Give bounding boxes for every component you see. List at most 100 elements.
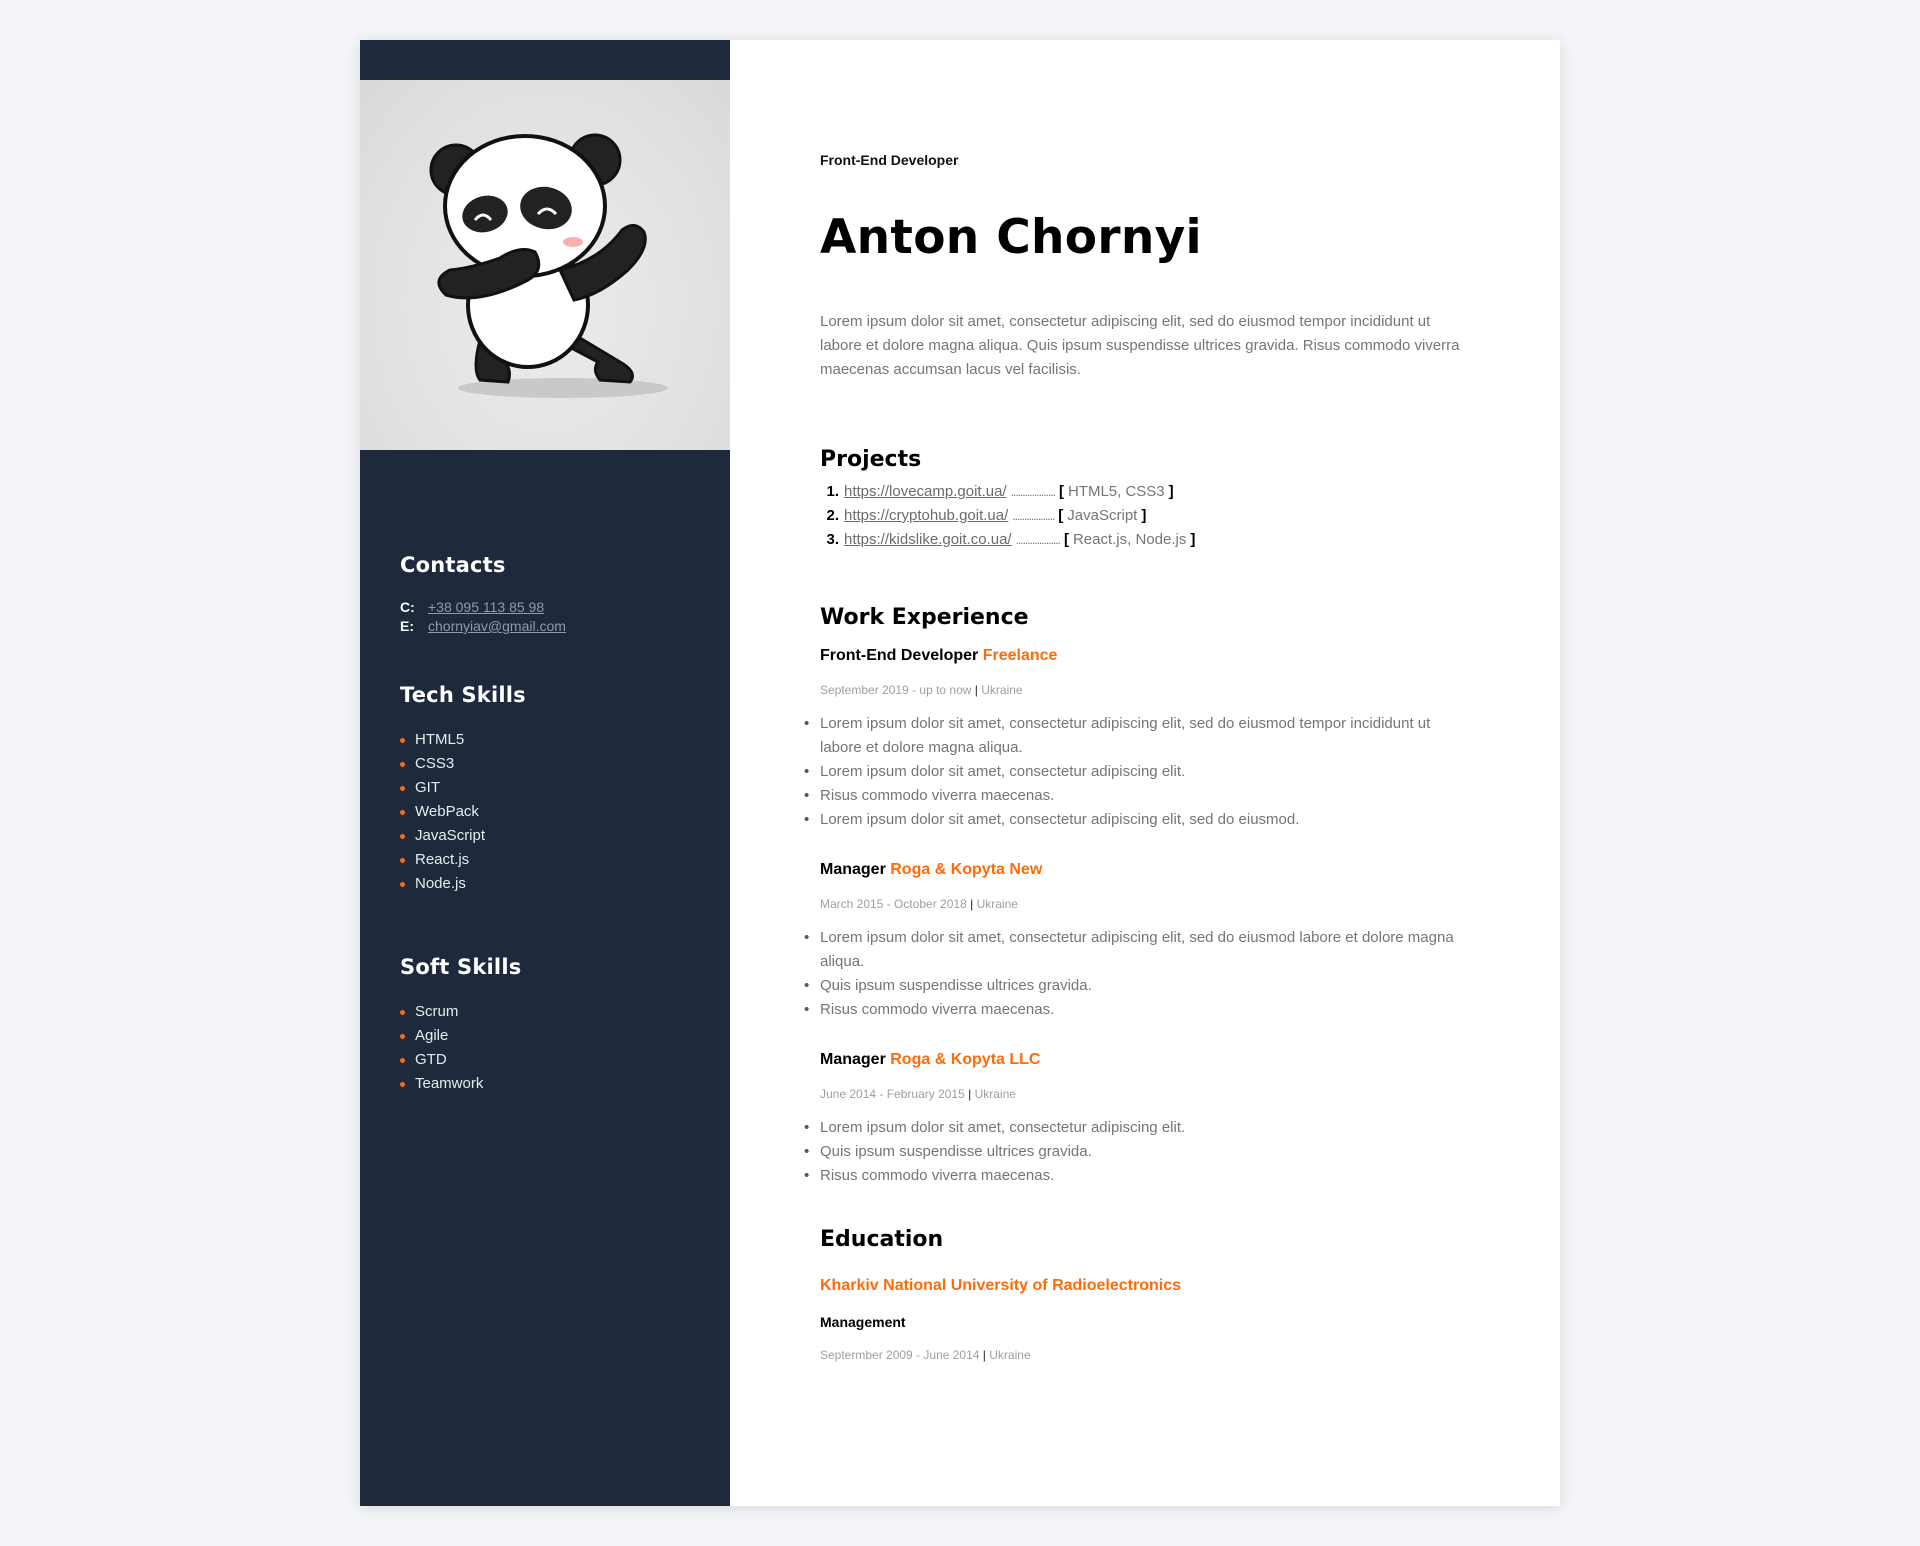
meta-separator: | xyxy=(968,1087,972,1101)
meta-separator: | xyxy=(982,1348,986,1362)
job-meta: June 2014 - February 2015 | Ukraine xyxy=(820,1086,1460,1102)
job-company: Roga & Kopyta LLC xyxy=(890,1051,1041,1068)
skill-item: Teamwork xyxy=(400,1072,700,1096)
project-tech: HTML5, CSS3 xyxy=(1067,483,1165,500)
skill-item: Node.js xyxy=(400,872,700,896)
job-position: Manager xyxy=(820,1051,886,1068)
bracket-open: [ xyxy=(1058,483,1064,500)
bracket-close: ] xyxy=(1190,531,1196,548)
job-company: Freelance xyxy=(982,647,1058,664)
project-number: 3. xyxy=(826,531,839,548)
education-degree: Management xyxy=(820,1314,906,1330)
email-link[interactable]: chornyiav@gmail.com xyxy=(428,617,566,636)
job-duty: Lorem ipsum dolor sit amet, consectetur … xyxy=(804,1116,1460,1140)
project-dots: ................... xyxy=(1010,485,1056,499)
job-duty: Quis ipsum suspendisse ultrices gravida. xyxy=(804,974,1460,998)
job-duty: Risus commodo viverra maecenas. xyxy=(804,1164,1460,1188)
about-text: Lorem ipsum dolor sit amet, consectetur … xyxy=(820,313,1460,378)
education-dates: Septermber 2009 - June 2014 xyxy=(820,1348,980,1362)
contacts-title: Contacts xyxy=(400,553,506,577)
skill-item: React.js xyxy=(400,848,700,872)
bracket-open: [ xyxy=(1063,531,1069,548)
job-duty: Risus commodo viverra maecenas. xyxy=(804,998,1460,1022)
skill-item: Scrum xyxy=(400,1000,700,1024)
resume-sheet: Contacts C: +38 095 113 85 98 E: chornyi… xyxy=(360,40,1560,1506)
project-number: 2. xyxy=(826,507,839,524)
job-duties: Lorem ipsum dolor sit amet, consectetur … xyxy=(804,1116,1460,1188)
job-duty: Quis ipsum suspendisse ultrices gravida. xyxy=(804,1140,1460,1164)
job-title: Manager Roga & Kopyta New xyxy=(820,858,1460,882)
job-dates: June 2014 - February 2015 xyxy=(820,1087,965,1101)
soft-skills-list: Scrum Agile GTD Teamwork xyxy=(400,1000,700,1096)
job-location: Ukraine xyxy=(981,683,1023,697)
job-location: Ukraine xyxy=(974,1087,1016,1101)
project-dots: ................... xyxy=(1015,533,1061,547)
bracket-close: ] xyxy=(1168,483,1174,500)
skill-item: CSS3 xyxy=(400,752,700,776)
skill-item: HTML5 xyxy=(400,728,700,752)
contact-email-row: E: chornyiav@gmail.com xyxy=(400,617,700,636)
meta-separator: | xyxy=(970,897,974,911)
bracket-close: ] xyxy=(1141,507,1147,524)
education-school: Kharkiv National University of Radioelec… xyxy=(820,1277,1181,1294)
phone-key: C: xyxy=(400,599,415,615)
projects-title: Projects xyxy=(820,447,922,472)
job-dates: September 2019 - up to now xyxy=(820,683,972,697)
phone-link[interactable]: +38 095 113 85 98 xyxy=(428,598,544,617)
job-duty: Lorem ipsum dolor sit amet, consectetur … xyxy=(804,712,1460,760)
skill-item: WebPack xyxy=(400,800,700,824)
skill-item: GTD xyxy=(400,1048,700,1072)
job-duties: Lorem ipsum dolor sit amet, consectetur … xyxy=(804,926,1460,1022)
job-position: Manager xyxy=(820,861,886,878)
sidebar-content: Contacts C: +38 095 113 85 98 E: chornyi… xyxy=(400,552,700,1154)
project-link[interactable]: https://kidslike.goit.co.ua/ xyxy=(844,528,1012,552)
skill-item: GIT xyxy=(400,776,700,800)
project-item: 1. https://lovecamp.goit.ua/ ...........… xyxy=(820,480,1460,504)
project-link[interactable]: https://lovecamp.goit.ua/ xyxy=(844,480,1007,504)
job-title: Manager Roga & Kopyta LLC xyxy=(820,1048,1460,1072)
soft-skills-title: Soft Skills xyxy=(400,955,522,979)
job-entry: Manager Roga & Kopyta LLC June 2014 - Fe… xyxy=(804,1048,1460,1188)
projects-list: 1. https://lovecamp.goit.ua/ ...........… xyxy=(820,480,1460,552)
job-position: Front-End Developer xyxy=(820,647,979,664)
tech-skills-list: HTML5 CSS3 GIT WebPack JavaScript React.… xyxy=(400,728,700,896)
education-location: Ukraine xyxy=(989,1348,1031,1362)
work-experience-title: Work Experience xyxy=(820,605,1029,630)
email-key: E: xyxy=(400,618,414,634)
panda-illustration xyxy=(429,133,668,398)
person-name: Anton Chornyi xyxy=(820,210,1202,265)
project-dots: .................. xyxy=(1012,509,1055,523)
job-duty: Lorem ipsum dolor sit amet, consectetur … xyxy=(804,760,1460,784)
job-role: Front-End Developer xyxy=(820,152,959,168)
contacts: C: +38 095 113 85 98 E: chornyiav@gmail.… xyxy=(400,598,700,636)
job-meta: March 2015 - October 2018 | Ukraine xyxy=(820,896,1460,912)
job-company: Roga & Kopyta New xyxy=(890,861,1043,878)
project-tech: React.js, Node.js xyxy=(1072,531,1187,548)
main-content: Front-End Developer Anton Chornyi Lorem … xyxy=(730,40,1560,1506)
project-tech: JavaScript xyxy=(1067,507,1138,524)
job-duties: Lorem ipsum dolor sit amet, consectetur … xyxy=(804,712,1460,832)
job-duty: Lorem ipsum dolor sit amet, consectetur … xyxy=(804,808,1460,832)
project-number: 1. xyxy=(826,483,839,500)
skill-item: JavaScript xyxy=(400,824,700,848)
job-title: Front-End Developer Freelance xyxy=(820,644,1460,668)
job-duty: Lorem ipsum dolor sit amet, consectetur … xyxy=(804,926,1460,974)
education-meta: Septermber 2009 - June 2014 | Ukraine xyxy=(820,1348,1460,1362)
bracket-open: [ xyxy=(1058,507,1064,524)
project-link[interactable]: https://cryptohub.goit.ua/ xyxy=(844,504,1008,528)
contact-phone-row: C: +38 095 113 85 98 xyxy=(400,598,700,617)
tech-skills-title: Tech Skills xyxy=(400,683,526,707)
skill-item: Agile xyxy=(400,1024,700,1048)
project-item: 2. https://cryptohub.goit.ua/ ..........… xyxy=(820,504,1460,528)
education-title: Education xyxy=(820,1227,944,1252)
job-entry: Manager Roga & Kopyta New March 2015 - O… xyxy=(804,858,1460,1022)
job-meta: September 2019 - up to now | Ukraine xyxy=(820,682,1460,698)
sidebar: Contacts C: +38 095 113 85 98 E: chornyi… xyxy=(360,40,730,1506)
job-dates: March 2015 - October 2018 xyxy=(820,897,967,911)
work-experience-section: Work Experience Front-End Developer Free… xyxy=(804,604,1460,1188)
job-duty: Risus commodo viverra maecenas. xyxy=(804,784,1460,808)
profile-photo xyxy=(360,80,730,450)
education-section: Education Kharkiv National University of… xyxy=(820,1226,1460,1362)
project-item: 3. https://kidslike.goit.co.ua/ ........… xyxy=(820,528,1460,552)
job-entry: Front-End Developer Freelance September … xyxy=(804,644,1460,832)
